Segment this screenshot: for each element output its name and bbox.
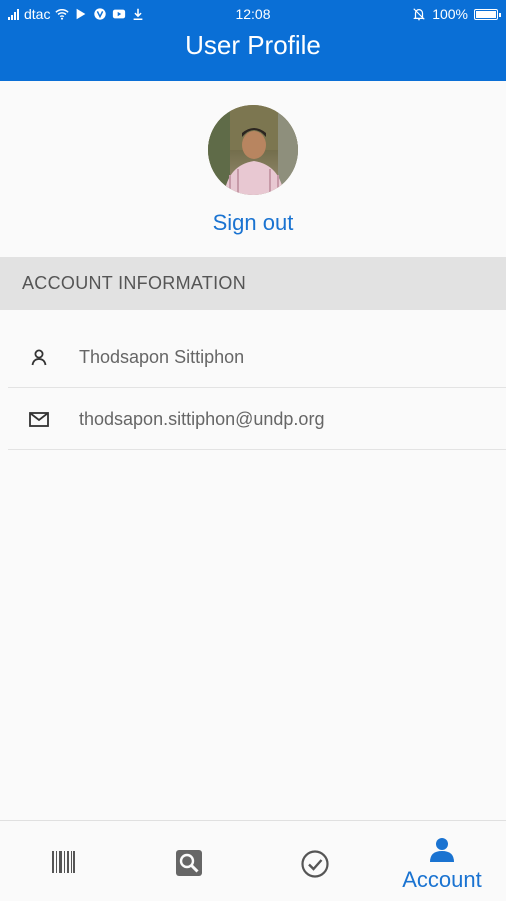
battery-icon	[474, 8, 501, 20]
tab-search[interactable]	[126, 821, 252, 901]
mail-icon	[29, 412, 49, 427]
person-icon	[430, 838, 454, 862]
user-name: Thodsapon Sittiphon	[79, 347, 245, 367]
barcode-icon	[52, 851, 75, 873]
alarm-off-icon	[413, 8, 426, 21]
tab-barcode[interactable]	[0, 821, 126, 901]
search-icon	[176, 850, 202, 876]
status-right: 100%	[412, 0, 501, 28]
avatar-photo	[208, 105, 298, 195]
page-title: User Profile	[185, 30, 321, 60]
status-bar: dtac 12:08 100%	[0, 0, 506, 28]
tab-check[interactable]	[252, 821, 378, 901]
account-section-header: ACCOUNT INFORMATION	[0, 257, 506, 310]
sign-out-link[interactable]: Sign out	[0, 210, 506, 236]
avatar	[208, 105, 298, 195]
person-icon	[31, 349, 47, 366]
tab-account[interactable]: Account	[378, 821, 506, 901]
name-row: Thodsapon Sittiphon	[8, 327, 506, 388]
bottom-nav: Account	[0, 820, 506, 901]
section-heading: ACCOUNT INFORMATION	[22, 273, 247, 293]
app-header: dtac 12:08 100% User Profile	[0, 0, 506, 81]
battery-percent: 100%	[432, 6, 468, 22]
tab-account-label: Account	[402, 867, 482, 892]
check-circle-icon	[301, 850, 329, 878]
user-email: thodsapon.sittiphon@undp.org	[79, 409, 325, 429]
email-row: thodsapon.sittiphon@undp.org	[8, 389, 506, 450]
